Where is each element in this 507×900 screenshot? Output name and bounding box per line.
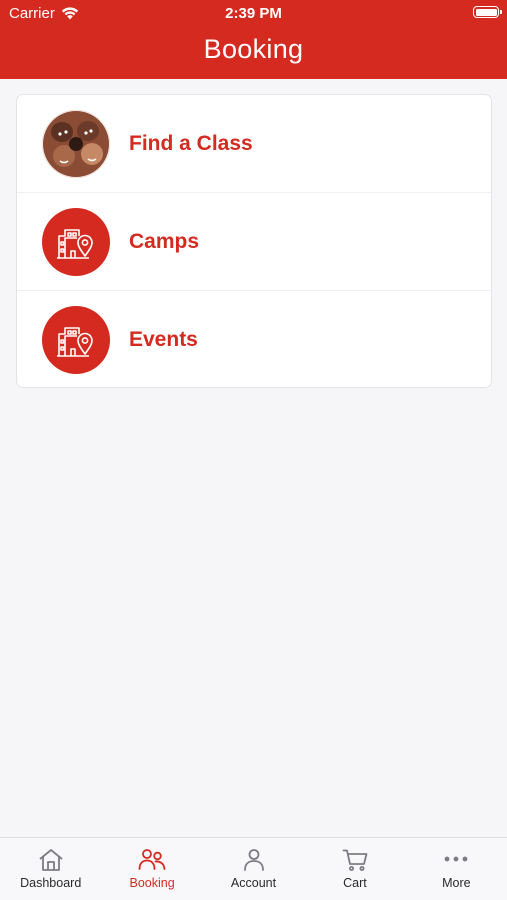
people-icon xyxy=(138,849,166,870)
tab-cart[interactable]: Cart xyxy=(304,838,405,900)
tab-label: Booking xyxy=(129,876,175,890)
camps-label: Camps xyxy=(129,229,200,253)
cart-icon xyxy=(342,849,368,871)
camps-item[interactable]: Camps xyxy=(17,193,491,291)
tab-label: Cart xyxy=(343,876,367,890)
find-a-class-item[interactable]: Find a Class xyxy=(17,95,491,193)
tab-label: Dashboard xyxy=(20,876,82,890)
tab-bar: Dashboard Booking Account Cart More xyxy=(0,837,507,900)
tab-more[interactable]: More xyxy=(406,838,507,900)
status-bar: Carrier 2:39 PM xyxy=(0,0,507,28)
events-item[interactable]: Events xyxy=(17,291,491,387)
page-title: Booking xyxy=(203,34,304,64)
clock: 2:39 PM xyxy=(225,5,282,22)
building-location-icon xyxy=(42,306,110,374)
tab-account[interactable]: Account xyxy=(203,838,304,900)
header: Carrier 2:39 PM Booking xyxy=(0,0,507,79)
group-photo-icon xyxy=(42,109,110,178)
tab-label: Account xyxy=(230,876,277,890)
building-location-icon xyxy=(42,207,110,276)
find-a-class-label: Find a Class xyxy=(129,131,253,155)
booking-options-list: Find a Class Camps Events xyxy=(16,94,492,388)
tab-booking[interactable]: Booking xyxy=(101,838,202,900)
events-label: Events xyxy=(129,328,198,351)
battery-icon xyxy=(473,6,502,18)
ellipsis-icon xyxy=(444,856,468,862)
tab-dashboard[interactable]: Dashboard xyxy=(0,838,101,900)
person-icon xyxy=(243,849,264,871)
tab-label: More xyxy=(442,876,471,890)
home-icon xyxy=(39,849,63,871)
